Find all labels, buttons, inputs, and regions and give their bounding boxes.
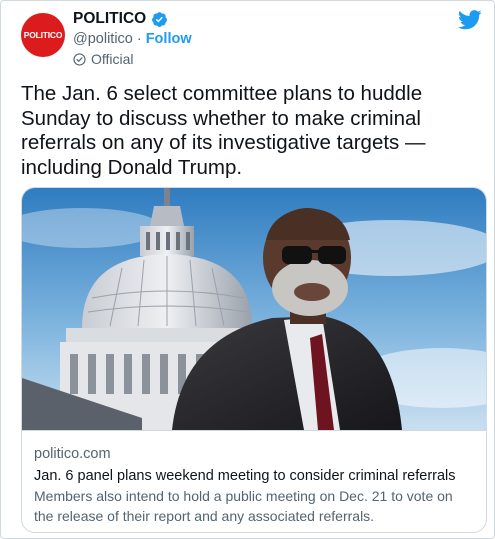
official-label-row: Official bbox=[73, 51, 134, 67]
follow-button[interactable]: Follow bbox=[146, 31, 192, 47]
tweet-header: POLITICO POLITICO @politico · Follow Off… bbox=[21, 10, 482, 70]
separator-dot: · bbox=[136, 31, 142, 47]
government-badge-icon bbox=[73, 52, 86, 66]
avatar-logo-text: POLITICO bbox=[23, 30, 63, 40]
official-label: Official bbox=[91, 51, 134, 67]
tweet-text: The Jan. 6 select committee plans to hud… bbox=[21, 82, 426, 179]
account-handle[interactable]: @politico bbox=[73, 31, 133, 47]
account-name[interactable]: POLITICO bbox=[73, 10, 146, 28]
name-row: POLITICO bbox=[73, 10, 168, 28]
handle-row: @politico · Follow bbox=[73, 31, 192, 47]
verified-badge-icon bbox=[152, 11, 168, 27]
tweet-embed: POLITICO POLITICO @politico · Follow Off… bbox=[0, 0, 495, 539]
twitter-bird-icon[interactable] bbox=[458, 10, 482, 30]
card-domain: politico.com bbox=[34, 446, 111, 462]
card-body: politico.com Jan. 6 panel plans weekend … bbox=[22, 430, 486, 532]
card-photo[interactable] bbox=[22, 188, 487, 430]
link-card[interactable]: politico.com Jan. 6 panel plans weekend … bbox=[21, 187, 487, 533]
card-title[interactable]: Jan. 6 panel plans weekend meeting to co… bbox=[34, 466, 476, 486]
avatar[interactable]: POLITICO bbox=[21, 13, 65, 57]
card-description: Members also intend to hold a public mee… bbox=[34, 488, 453, 524]
